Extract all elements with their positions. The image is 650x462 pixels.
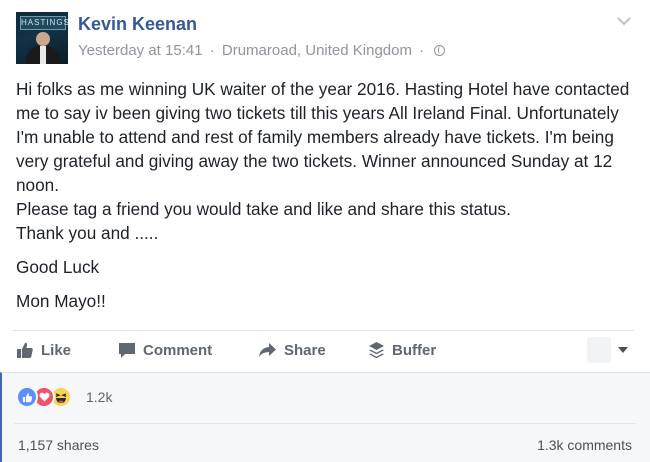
reactions-panel: 1.2k 1,157 shares 1.3k comments (0, 372, 650, 462)
post-meta: Yesterday at 15:41 · Drumaroad, United K… (78, 42, 446, 59)
avatar-sign: HASTINGS (20, 16, 68, 30)
buffer-label: Buffer (392, 341, 437, 359)
comment-icon (119, 343, 135, 358)
post-paragraph: Mon Mayo!! (16, 291, 106, 311)
post-location[interactable]: Drumaroad, United Kingdom (222, 42, 412, 59)
meta-separator: · (419, 42, 425, 59)
buffer-button[interactable]: Buffer (368, 340, 436, 360)
post-paragraph: Good Luck (16, 257, 100, 277)
author-avatar[interactable]: HASTINGS (16, 12, 68, 64)
avatar-head (36, 32, 50, 46)
reaction-count[interactable]: 1.2k (86, 389, 112, 405)
globe-icon[interactable] (434, 45, 446, 56)
action-bar: Like Comment Share Buffer (0, 331, 650, 369)
reaction-icons[interactable] (16, 386, 72, 408)
like-label: Like (41, 341, 72, 359)
avatar-shirt (40, 46, 46, 64)
divider (14, 423, 636, 424)
post-paragraph: Please tag a friend you would take and l… (16, 199, 511, 219)
share-arrow-icon (259, 343, 276, 357)
post-paragraph: Thank you and ..... (16, 223, 159, 243)
comment-label: Comment (143, 341, 213, 359)
buffer-stack-icon (369, 342, 384, 359)
post-timestamp[interactable]: Yesterday at 15:41 (78, 42, 203, 59)
post-text: Hi folks as me winning UK waiter of the … (16, 77, 636, 313)
comments-count[interactable]: 1.3k comments (537, 437, 632, 453)
shares-count[interactable]: 1,157 shares (18, 437, 99, 453)
like-button[interactable]: Like (16, 340, 71, 360)
share-options-dropdown[interactable] (587, 336, 635, 364)
comment-button[interactable]: Comment (118, 340, 212, 360)
author-name[interactable]: Kevin Keenan (78, 14, 197, 35)
caret-down-icon (618, 347, 628, 353)
meta-separator: · (209, 42, 215, 59)
share-options-box (587, 337, 611, 363)
thumbs-up-icon (17, 342, 33, 358)
share-button[interactable]: Share (258, 340, 326, 360)
share-label: Share (284, 341, 326, 359)
chevron-down-icon[interactable] (617, 16, 631, 26)
like-reaction-icon (16, 386, 38, 408)
post-paragraph: Hi folks as me winning UK waiter of the … (16, 79, 630, 195)
facebook-post: HASTINGS Kevin Keenan Yesterday at 15:41… (0, 0, 650, 462)
